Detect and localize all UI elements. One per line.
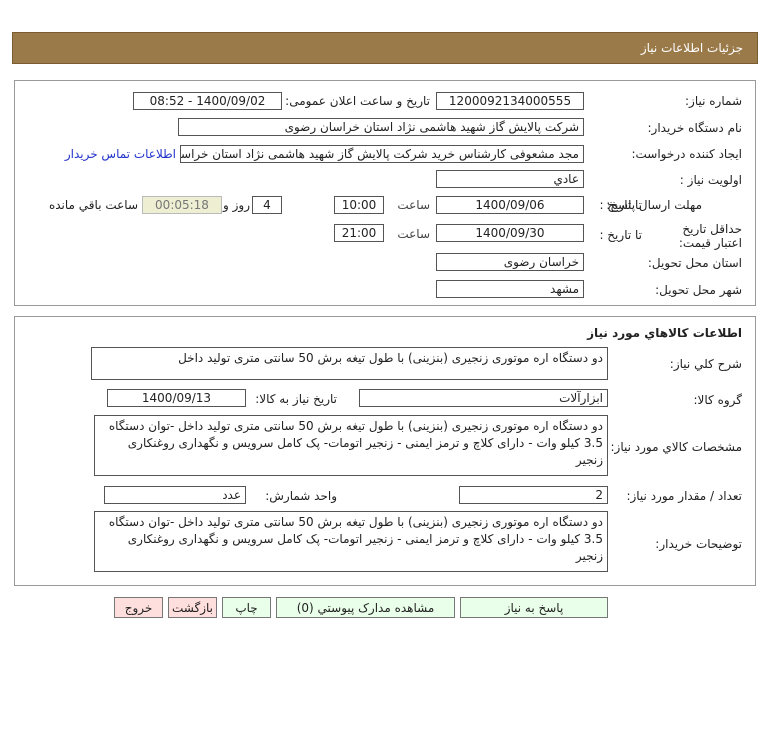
creator-field: مجد مشعوفی کارشناس خرید شرکت پالایش گاز … (180, 145, 584, 163)
goods-section-title: اطلاعات کالاهاي مورد نياز (587, 326, 742, 340)
summary-label: شرح کلي نياز: (669, 357, 742, 371)
announce-label: تاریخ و ساعت اعلان عمومی: (285, 94, 430, 108)
need-info-section (14, 80, 756, 306)
priority-field: عادي (436, 170, 584, 188)
validity-date-field: 1400/09/30 (436, 224, 584, 242)
spec-field: دو دستگاه اره موتوری زنجیری (بنزینی) با … (94, 415, 608, 476)
city-field: مشهد (436, 280, 584, 298)
creator-label: ایجاد کننده درخواست: (631, 147, 742, 161)
back-button[interactable]: بازگشت (168, 597, 217, 618)
city-label: شهر محل تحویل: (655, 283, 742, 297)
province-field: خراسان رضوی (436, 253, 584, 271)
priority-label: اولویت نیاز : (679, 173, 742, 187)
unit-field: عدد (104, 486, 246, 504)
group-field: ابزارآلات (359, 389, 608, 407)
summary-field: دو دستگاه اره موتوری زنجیری (بنزینی) با … (91, 347, 608, 380)
days-label: روز و (223, 198, 250, 212)
desc-field: دو دستگاه اره موتوری زنجیری (بنزینی) با … (94, 511, 608, 572)
remaining-label: ساعت باقي مانده (48, 198, 138, 212)
validity-to-date-label: تا تاریخ : (599, 228, 642, 242)
exit-button[interactable]: خروج (114, 597, 163, 618)
deadline-date-field: 1400/09/06 (436, 196, 584, 214)
spec-label: مشخصات کالاي مورد نياز: (610, 440, 742, 454)
buyer-contact-link[interactable]: اطلاعات تماس خریدار (65, 147, 176, 161)
need-number-label: شماره نیاز: (685, 94, 742, 108)
buyer-field: شرکت پالایش گاز شهید هاشمی نژاد استان خر… (178, 118, 584, 136)
days-remaining-field: 4 (252, 196, 282, 214)
need-date-label: تاریخ نیاز به کالا: (255, 392, 337, 406)
qty-label: تعداد / مقدار مورد نیاز: (626, 489, 742, 503)
page-title: جزئیات اطلاعات نیاز (640, 41, 743, 55)
deadline-time-field: 10:00 (334, 196, 384, 214)
need-date-field: 1400/09/13 (107, 389, 246, 407)
validity-time-field: 21:00 (334, 224, 384, 242)
desc-label: توضیحات خریدار: (655, 537, 742, 551)
province-label: استان محل تحویل: (647, 256, 742, 270)
view-attachments-button[interactable]: مشاهده مدارک پیوستي (0) (276, 597, 455, 618)
reply-button[interactable]: پاسخ به نیاز (460, 597, 608, 618)
page-header: جزئیات اطلاعات نیاز (12, 32, 758, 64)
to-date-label: تا تاریخ : (599, 198, 642, 212)
validity-label: حداقل تاریخ اعتبار قیمت: (678, 222, 742, 250)
validity-time-label: ساعت (397, 227, 430, 241)
deadline-time-label: ساعت (397, 198, 430, 212)
need-number-field: 1200092134000555 (436, 92, 584, 110)
qty-field: 2 (459, 486, 608, 504)
remaining-time-field: 00:05:18 (142, 196, 222, 214)
unit-label: واحد شمارش: (265, 489, 337, 503)
print-button[interactable]: چاپ (222, 597, 271, 618)
buyer-label: نام دستگاه خریدار: (647, 121, 743, 135)
announce-field: 1400/09/02 - 08:52 (133, 92, 282, 110)
group-label: گروه کالا: (693, 393, 743, 407)
